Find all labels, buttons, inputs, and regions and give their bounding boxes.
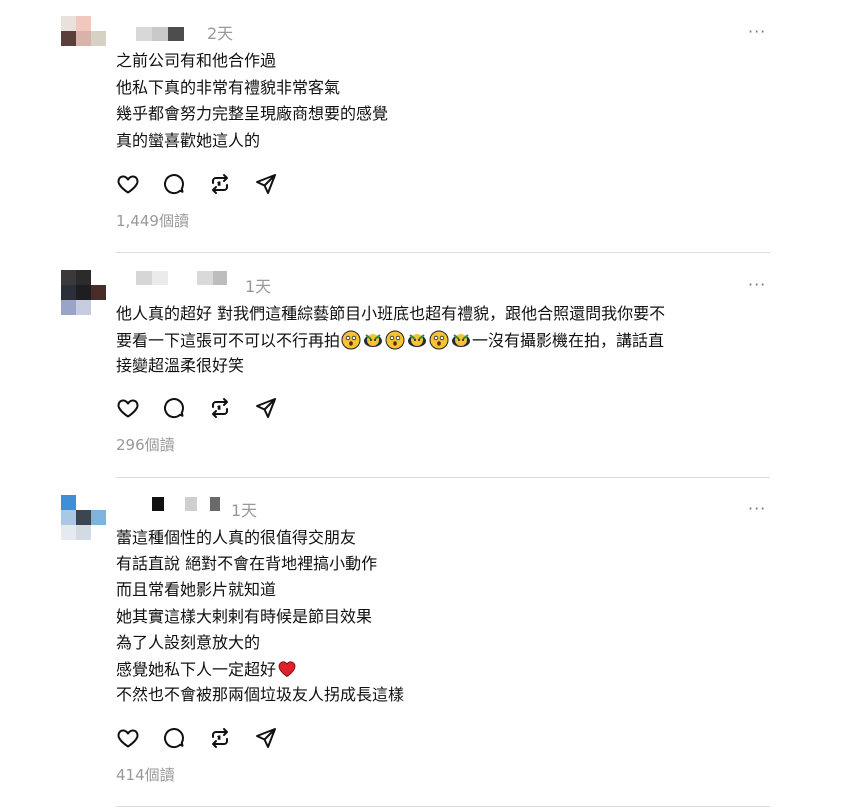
timestamp[interactable]: 2天 [207, 20, 233, 44]
view-count: 296個讀 [116, 436, 175, 454]
heart-icon[interactable] [116, 396, 140, 420]
comment-text-line: 她其實這樣大剌剌有時候是節目效果 [116, 607, 373, 626]
comment-text-segment: 要看一下這張可不可以不行再拍 [116, 331, 341, 350]
avatar[interactable] [61, 270, 106, 315]
share-icon[interactable] [254, 726, 278, 750]
heart-icon[interactable] [116, 726, 140, 750]
comment-icon[interactable] [162, 726, 186, 750]
dizzy-face-emoji [408, 334, 427, 347]
astonished-face-emoji [429, 330, 449, 350]
comment-text-line: 不然也不會被那兩個垃圾友人拐成長這樣 [116, 685, 405, 704]
share-icon[interactable] [254, 172, 278, 196]
comment-text-line: 有話直說 絕對不會在背地裡搞小動作 [116, 554, 378, 573]
repost-icon[interactable] [208, 396, 232, 420]
divider [116, 252, 770, 253]
comment-text-line: 幾乎都會努力完整呈現廠商想要的感覺 [116, 104, 389, 123]
share-icon[interactable] [254, 396, 278, 420]
comment-text-line: 而且常看她影片就知道 [116, 580, 277, 599]
comment-icon[interactable] [162, 172, 186, 196]
comment-text-line: 蕾這種個性的人真的很值得交朋友 [116, 528, 357, 547]
comment-text-line: 接變超溫柔很好笑 [116, 356, 245, 375]
divider [116, 477, 770, 478]
astonished-face-emoji [341, 330, 361, 350]
comment-text-segment: 感覺她私下人一定超好 [116, 660, 277, 679]
comment-text-line: 之前公司有和他合作過 [116, 51, 277, 70]
username[interactable] [115, 497, 225, 511]
repost-icon[interactable] [208, 726, 232, 750]
dizzy-face-emoji [364, 334, 383, 347]
divider [116, 806, 770, 807]
comment-text-segment: 一沒有攝影機在拍，講話直 [472, 331, 665, 350]
comment-text-line: 感覺她私下人一定超好 [116, 659, 298, 680]
more-options-button[interactable]: ··· [748, 275, 766, 294]
timestamp[interactable]: 1天 [245, 273, 271, 297]
username[interactable] [115, 271, 235, 285]
astonished-face-emoji [385, 330, 405, 350]
timestamp[interactable]: 1天 [231, 497, 257, 521]
avatar[interactable] [61, 16, 106, 61]
view-count: 414個讀 [116, 766, 175, 784]
comment-icon[interactable] [162, 396, 186, 420]
heart-icon[interactable] [116, 172, 140, 196]
comment-text-line: 他私下真的非常有禮貌非常客氣 [116, 78, 341, 97]
view-count: 1,449個讀 [116, 212, 189, 230]
username[interactable] [115, 27, 195, 41]
comment-text-line: 要看一下這張可不可以不行再拍 一沒有攝影機在拍，講話直 [116, 330, 664, 351]
more-options-button[interactable]: ··· [748, 22, 766, 41]
red-heart-emoji [278, 661, 296, 677]
comment-text-line: 為了人設刻意放大的 [116, 633, 261, 652]
avatar[interactable] [61, 495, 106, 540]
repost-icon[interactable] [208, 172, 232, 196]
comment-text-line: 他人真的超好 對我們這種綜藝節目小班底也超有禮貌，跟他合照還問我你要不 [116, 304, 666, 323]
more-options-button[interactable]: ··· [748, 499, 766, 518]
dizzy-face-emoji [452, 334, 471, 347]
comment-text-line: 真的蠻喜歡她這人的 [116, 131, 261, 150]
